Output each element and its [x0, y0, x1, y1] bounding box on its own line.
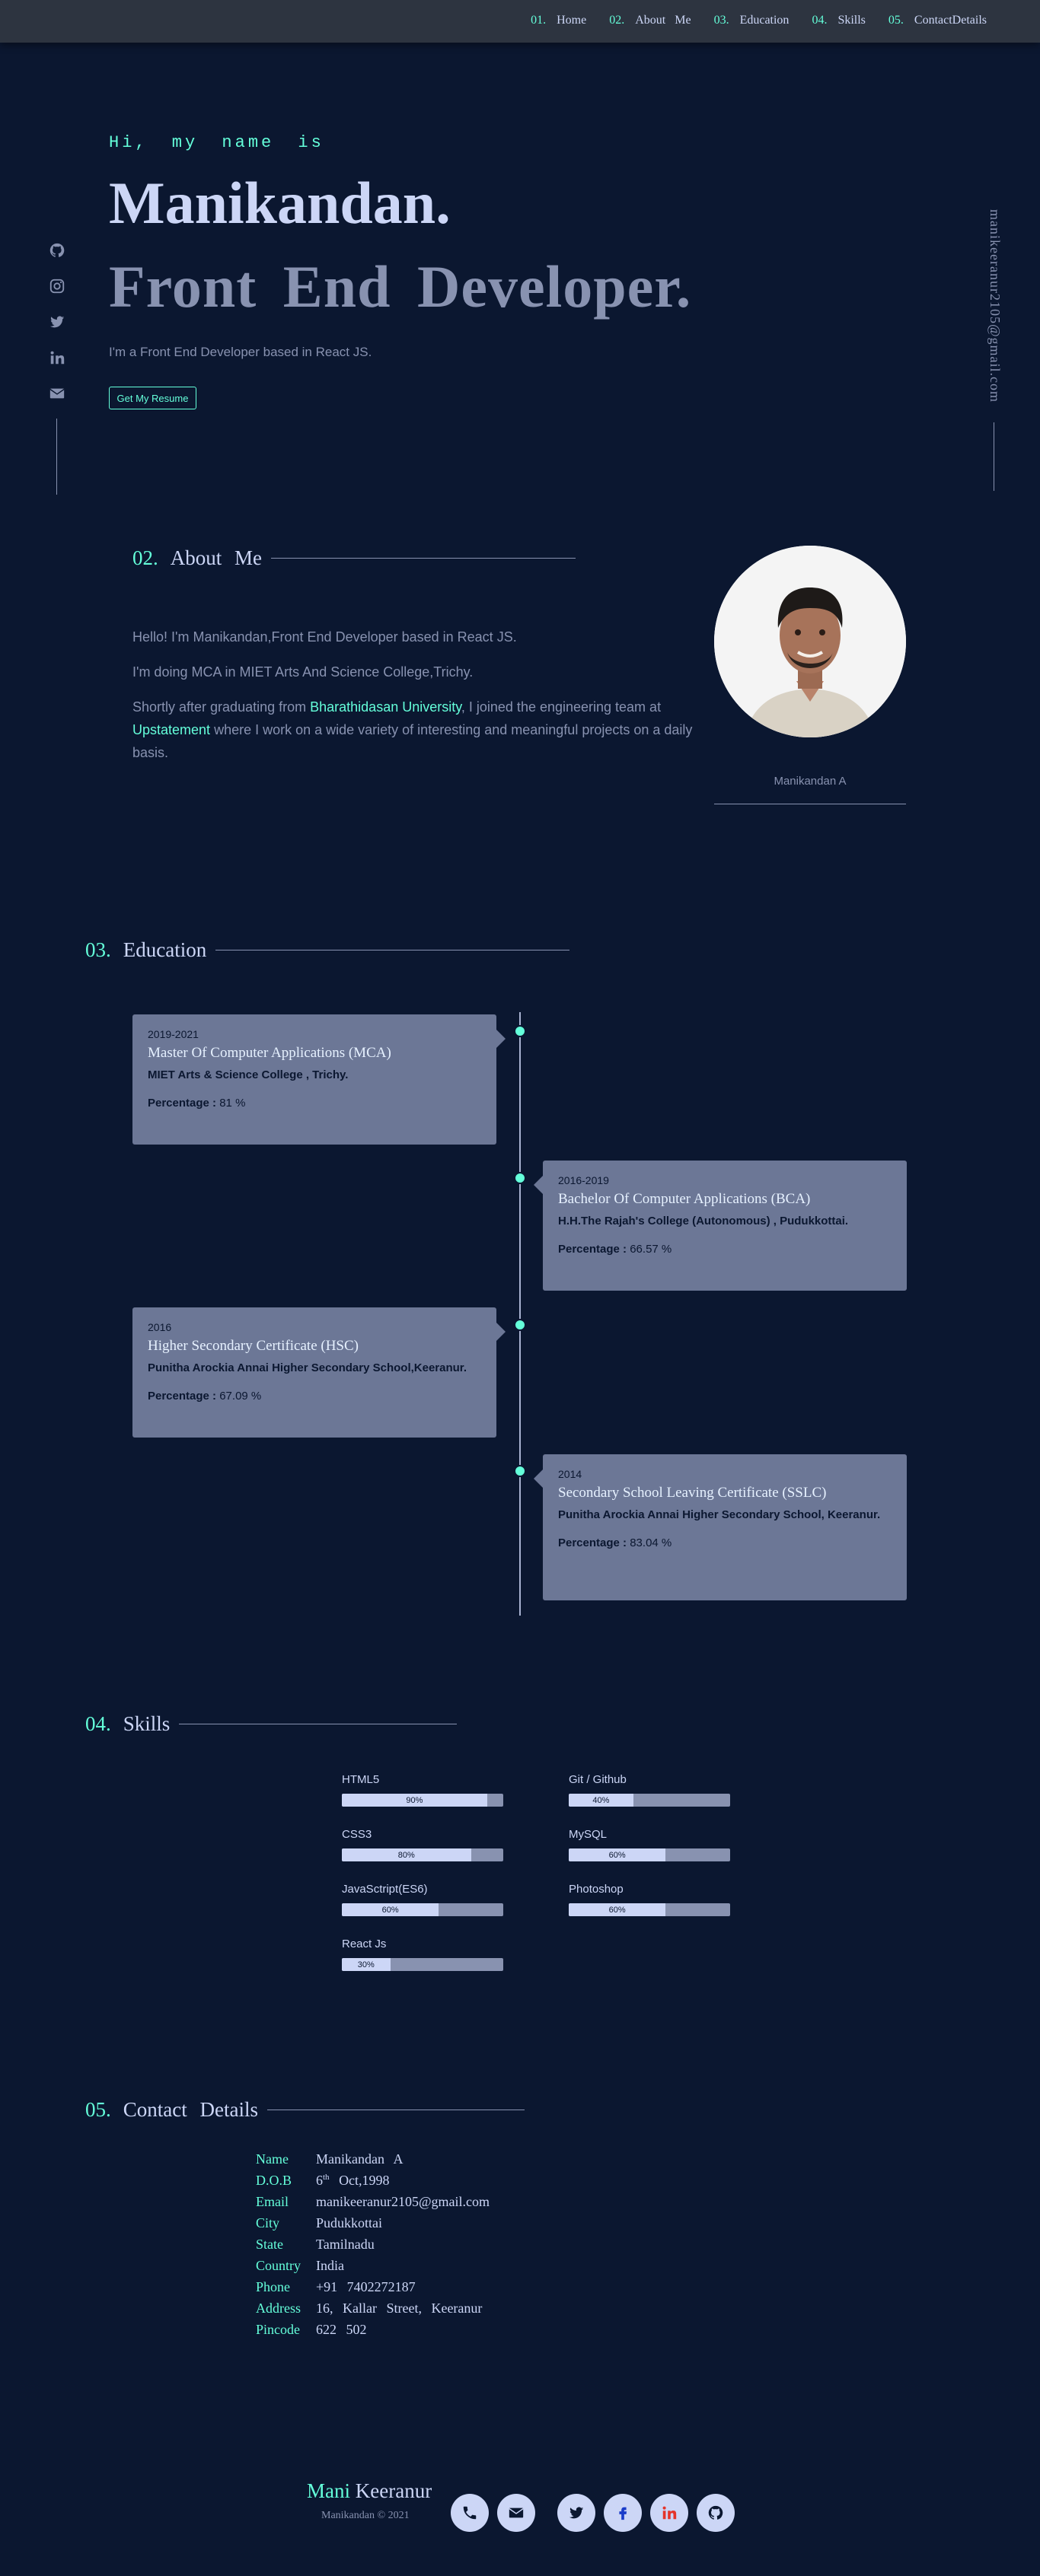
timeline-dot: [514, 1025, 526, 1037]
contact-row-address: Address 16, Kallar Street, Keeranur: [256, 2300, 483, 2316]
contact-row-phone: Phone +91 7402272187: [256, 2278, 416, 2294]
about-heading: 02. About Me: [132, 546, 576, 570]
skill-mysql: MySQL 60%: [569, 1828, 730, 1861]
about-paragraph-3: Shortly after graduating from Bharathida…: [132, 699, 693, 760]
linkedin-icon[interactable]: [49, 349, 65, 366]
contact-row-email: Email manikeeranur2105@gmail.com: [256, 2193, 490, 2210]
skill-html5: HTML5 90%: [342, 1773, 503, 1807]
skill-git: Git / Github 40%: [569, 1773, 730, 1807]
nav-item-about[interactable]: 02. About Me: [609, 14, 691, 27]
hero-role: Front End Developer.: [109, 253, 692, 320]
footer-brand: Mani Keeranur: [307, 2479, 432, 2502]
top-navbar: 01. Home 02. About Me 03. Education 04. Skil…: [0, 0, 1040, 43]
education-card-bca: 2016-2019 Bachelor Of Computer Applicati…: [534, 1161, 907, 1291]
skill-react: React Js 30%: [342, 1938, 503, 1971]
nav-menu: 01. Home 02. About Me 03. Education 04. Skil…: [531, 14, 987, 27]
about-heading-line: [271, 558, 576, 559]
skill-progress-bar: 30%: [342, 1958, 503, 1971]
avatar-caption: Manikandan A: [774, 775, 847, 788]
github-icon[interactable]: [49, 242, 65, 259]
contact-row-dob: D.O.B 6th Oct,1998: [256, 2172, 390, 2188]
hero-greeting: Hi, my name is: [109, 133, 324, 152]
twitter-icon[interactable]: [49, 314, 65, 330]
university-link[interactable]: Bharathidasan University: [310, 699, 461, 715]
get-resume-button[interactable]: Get My Resume: [109, 387, 196, 409]
avatar: [714, 546, 906, 737]
vertical-email-link[interactable]: manikeeranur2105@gmail.com: [987, 209, 1003, 403]
nav-item-skills[interactable]: 04. Skills: [812, 14, 865, 27]
skill-progress-bar: 60%: [569, 1848, 730, 1861]
mail-icon[interactable]: [497, 2494, 535, 2532]
hero-name: Manikandan.: [109, 170, 451, 236]
education-card-hsc: 2016 Higher Secondary Certificate (HSC) …: [132, 1307, 506, 1438]
skill-photoshop: Photoshop 60%: [569, 1883, 730, 1916]
education-heading: 03. Education: [85, 938, 570, 962]
skill-progress-bar: 90%: [342, 1794, 503, 1807]
contact-row-pincode: Pincode 622 502: [256, 2321, 367, 2337]
github-icon[interactable]: [697, 2494, 735, 2532]
company-link[interactable]: Upstatement: [132, 722, 210, 737]
timeline-dot: [514, 1319, 526, 1331]
about-paragraph-1: Hello! I'm Manikandan,Front End Develope…: [132, 629, 517, 645]
nav-item-contact[interactable]: 05. ContactDetails: [888, 14, 987, 27]
skill-css3: CSS3 80%: [342, 1828, 503, 1861]
hero-description: I'm a Front End Developer based in React…: [109, 345, 372, 359]
twitter-icon[interactable]: [557, 2494, 595, 2532]
skills-heading: 04. Skills: [85, 1712, 458, 1736]
contact-heading: 05. Contact Details: [85, 2098, 525, 2122]
phone-icon[interactable]: [451, 2494, 489, 2532]
footer-copyright: Manikandan © 2021: [321, 2510, 410, 2521]
skill-javascript: JavaSctript(ES6) 60%: [342, 1883, 503, 1916]
contact-row-state: State Tamilnadu: [256, 2236, 375, 2252]
social-sidebar-line: [56, 419, 57, 495]
skill-progress-bar: 60%: [569, 1903, 730, 1916]
contact-email-link[interactable]: manikeeranur2105@gmail.com: [316, 2194, 490, 2210]
skill-progress-bar: 40%: [569, 1794, 730, 1807]
about-text: Hello! I'm Manikandan,Front End Develope…: [132, 626, 696, 776]
education-card-sslc: 2014 Secondary School Leaving Certificat…: [534, 1454, 907, 1600]
timeline-dot: [514, 1465, 526, 1477]
instagram-icon[interactable]: [49, 278, 65, 295]
contact-details-table: Name Manikandan A D.O.B 6th Oct,1998 Email…: [256, 2148, 490, 2340]
facebook-icon[interactable]: [604, 2494, 642, 2532]
timeline-dot: [514, 1172, 526, 1184]
mail-icon[interactable]: [49, 385, 65, 402]
linkedin-icon[interactable]: [650, 2494, 688, 2532]
skill-progress-bar: 60%: [342, 1903, 503, 1916]
about-paragraph-2: I'm doing MCA in MIET Arts And Science C…: [132, 664, 474, 680]
nav-item-home[interactable]: 01. Home: [531, 14, 586, 27]
contact-row-country: Country India: [256, 2257, 344, 2273]
social-sidebar: [46, 242, 69, 402]
contact-row-name: Name Manikandan A: [256, 2151, 404, 2167]
skill-progress-bar: 80%: [342, 1848, 503, 1861]
nav-item-education[interactable]: 03. Education: [714, 14, 790, 27]
footer-social-icons: [451, 2494, 735, 2532]
education-card-mca: 2019-2021 Master Of Computer Application…: [132, 1014, 506, 1145]
contact-row-city: City Pudukkottai: [256, 2215, 383, 2231]
timeline-line: [519, 1012, 521, 1616]
